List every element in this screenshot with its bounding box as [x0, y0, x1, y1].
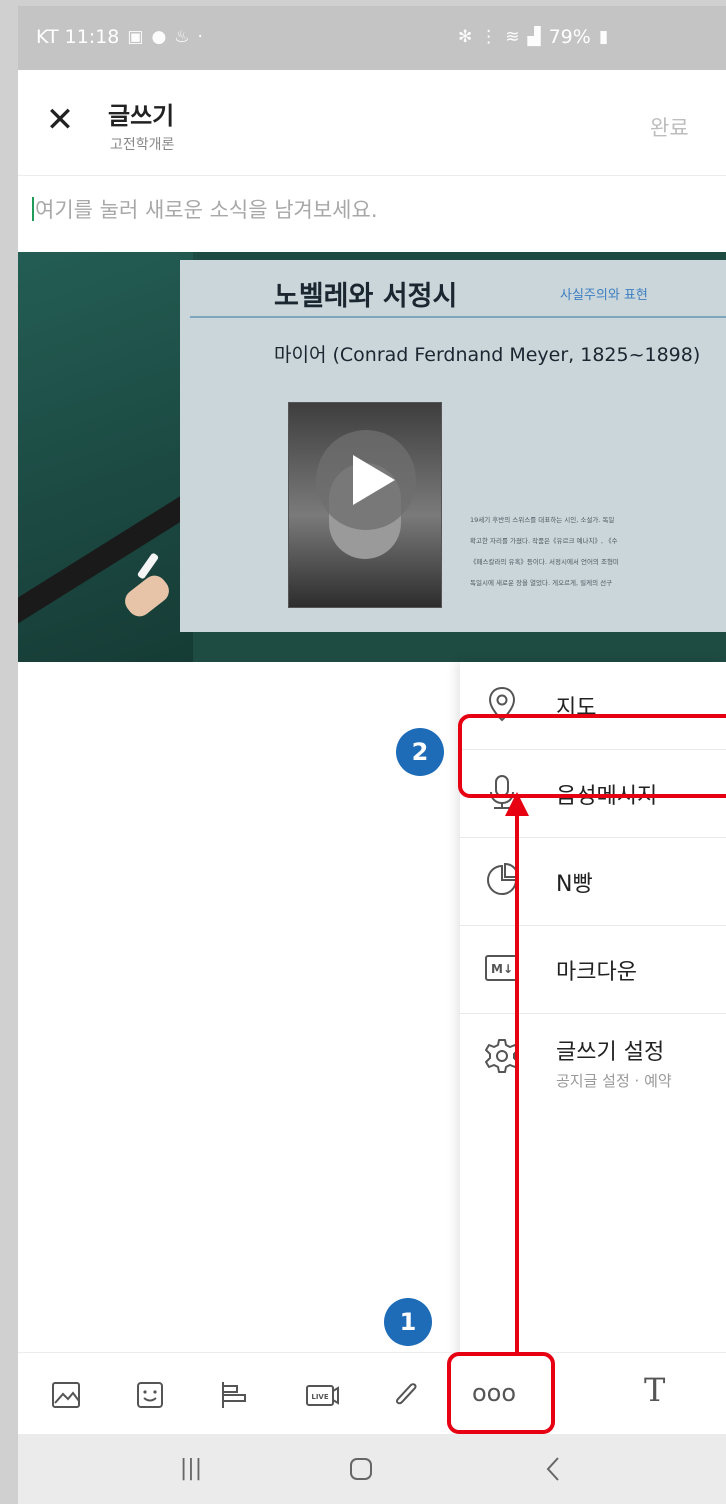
- gallery-notification-icon: ▣: [127, 27, 144, 47]
- slide-body-line: 확고한 자리를 가졌다. 작품은《유르크 예나치》, 《수: [470, 537, 618, 545]
- recent-apps-button[interactable]: |||: [166, 1448, 216, 1490]
- menu-desc-post-settings: 공지글 설정 · 예약: [556, 1072, 672, 1090]
- slide-subtitle: 마이어 (Conrad Ferdnand Meyer, 1825~1898): [274, 344, 701, 366]
- status-left: KT 11:18 ▣ ● ♨ ·: [36, 26, 203, 48]
- editor-toolbar: LIVE ooo T: [18, 1352, 726, 1434]
- done-button[interactable]: 완료: [650, 112, 689, 142]
- more-notifications-icon: ·: [197, 27, 203, 47]
- home-icon: [350, 1458, 372, 1480]
- toolbar-live-button[interactable]: LIVE: [302, 1375, 342, 1415]
- menu-item-post-settings[interactable]: 글쓰기 설정 공지글 설정 · 예약: [460, 1014, 726, 1102]
- post-input-placeholder: 여기를 눌러 새로운 소식을 남겨보세요.: [35, 198, 378, 222]
- guide-arrow-line: [515, 812, 519, 1352]
- home-button[interactable]: [336, 1448, 386, 1490]
- menu-item-markdown[interactable]: M↓ 마크다운: [460, 926, 726, 1014]
- play-button[interactable]: [316, 430, 416, 530]
- slide-title: 노벨레와 서정시: [274, 281, 458, 312]
- slide-body: 19세기 후반의 스위스를 대표하는 시인, 소설가. 독일 확고한 자리를 가…: [470, 510, 726, 594]
- phone-screen: KT 11:18 ▣ ● ♨ · ✻ ⋮ ≋ ▟ 79% ▮ ✕ 글쓰기 고전학…: [18, 6, 726, 1504]
- toolbar-attachment-button[interactable]: [386, 1375, 426, 1415]
- battery-level: 79%: [548, 26, 591, 48]
- close-icon: ✕: [45, 100, 75, 140]
- highlight-more-button: [447, 1352, 555, 1434]
- slide-body-line: 《페스칼라의 유혹》등이다. 서정시에서 언어의 조형미: [470, 558, 619, 566]
- svg-text:LIVE: LIVE: [311, 1393, 328, 1401]
- menu-label-split-bill: N빵: [556, 872, 593, 897]
- carrier-time: KT 11:18: [36, 26, 120, 48]
- slide-tag: 사실주의와 표현: [560, 288, 648, 303]
- step-badge-2: 2: [396, 728, 444, 776]
- sticker-icon: [137, 1382, 163, 1408]
- battery-icon: ▮: [598, 27, 609, 47]
- status-right: ✻ ⋮ ≋ ▟ 79% ▮: [458, 26, 608, 48]
- menu-label-markdown: 마크다운: [556, 960, 637, 985]
- slide-body-line: 19세기 후반의 스위스를 대표하는 시인, 소설가. 독일: [470, 516, 615, 524]
- system-nav-bar: |||: [18, 1434, 726, 1504]
- back-button[interactable]: [528, 1448, 578, 1490]
- wifi-icon: ≋: [505, 27, 520, 47]
- step-badge-1: 1: [384, 1298, 432, 1346]
- status-bar: KT 11:18 ▣ ● ♨ · ✻ ⋮ ≋ ▟ 79% ▮: [18, 6, 726, 70]
- slide-divider: [190, 316, 726, 318]
- image-icon: [52, 1382, 80, 1408]
- svg-text:M↓: M↓: [491, 962, 513, 976]
- play-icon: [353, 455, 395, 505]
- device-frame-left: [0, 0, 18, 1504]
- menu-label-post-settings: 글쓰기 설정: [556, 1040, 665, 1065]
- app-notification-icon: ♨: [174, 27, 190, 47]
- poll-icon: [222, 1382, 246, 1408]
- toolbar-sticker-button[interactable]: [130, 1375, 170, 1415]
- highlight-post-settings: [458, 714, 726, 798]
- toolbar-poll-button[interactable]: [214, 1375, 254, 1415]
- slide-body-line: 독일시에 새로운 장을 열었다. 게오르게, 릴케의 선구: [470, 579, 613, 587]
- lecture-slide: 노벨레와 서정시 사실주의와 표현 마이어 (Conrad Ferdnand M…: [180, 260, 726, 632]
- app-root: KT 11:18 ▣ ● ♨ · ✻ ⋮ ≋ ▟ 79% ▮ ✕ 글쓰기 고전학…: [0, 0, 726, 1504]
- page-subtitle: 고전학개론: [110, 137, 175, 153]
- signal-icon: ⋮: [480, 27, 498, 47]
- video-attachment[interactable]: 노벨레와 서정시 사실주의와 표현 마이어 (Conrad Ferdnand M…: [18, 252, 726, 662]
- live-icon: LIVE: [306, 1385, 339, 1406]
- toolbar-image-button[interactable]: [46, 1375, 86, 1415]
- text-caret: [32, 197, 34, 221]
- page-title: 글쓰기: [108, 102, 175, 130]
- post-text-input[interactable]: 여기를 눌러 새로운 소식을 남겨보세요.: [32, 194, 378, 224]
- bluetooth-icon: ✻: [458, 27, 473, 47]
- close-button[interactable]: ✕: [40, 100, 80, 140]
- attachment-icon: [395, 1383, 417, 1405]
- back-icon: [546, 1457, 559, 1481]
- text-style-icon[interactable]: T: [644, 1371, 665, 1409]
- chat-notification-icon: ●: [151, 27, 167, 47]
- menu-item-split-bill[interactable]: N빵: [460, 838, 726, 926]
- cellular-icon: ▟: [527, 27, 541, 47]
- editor-header: ✕ 글쓰기 고전학개론 완료: [18, 70, 726, 176]
